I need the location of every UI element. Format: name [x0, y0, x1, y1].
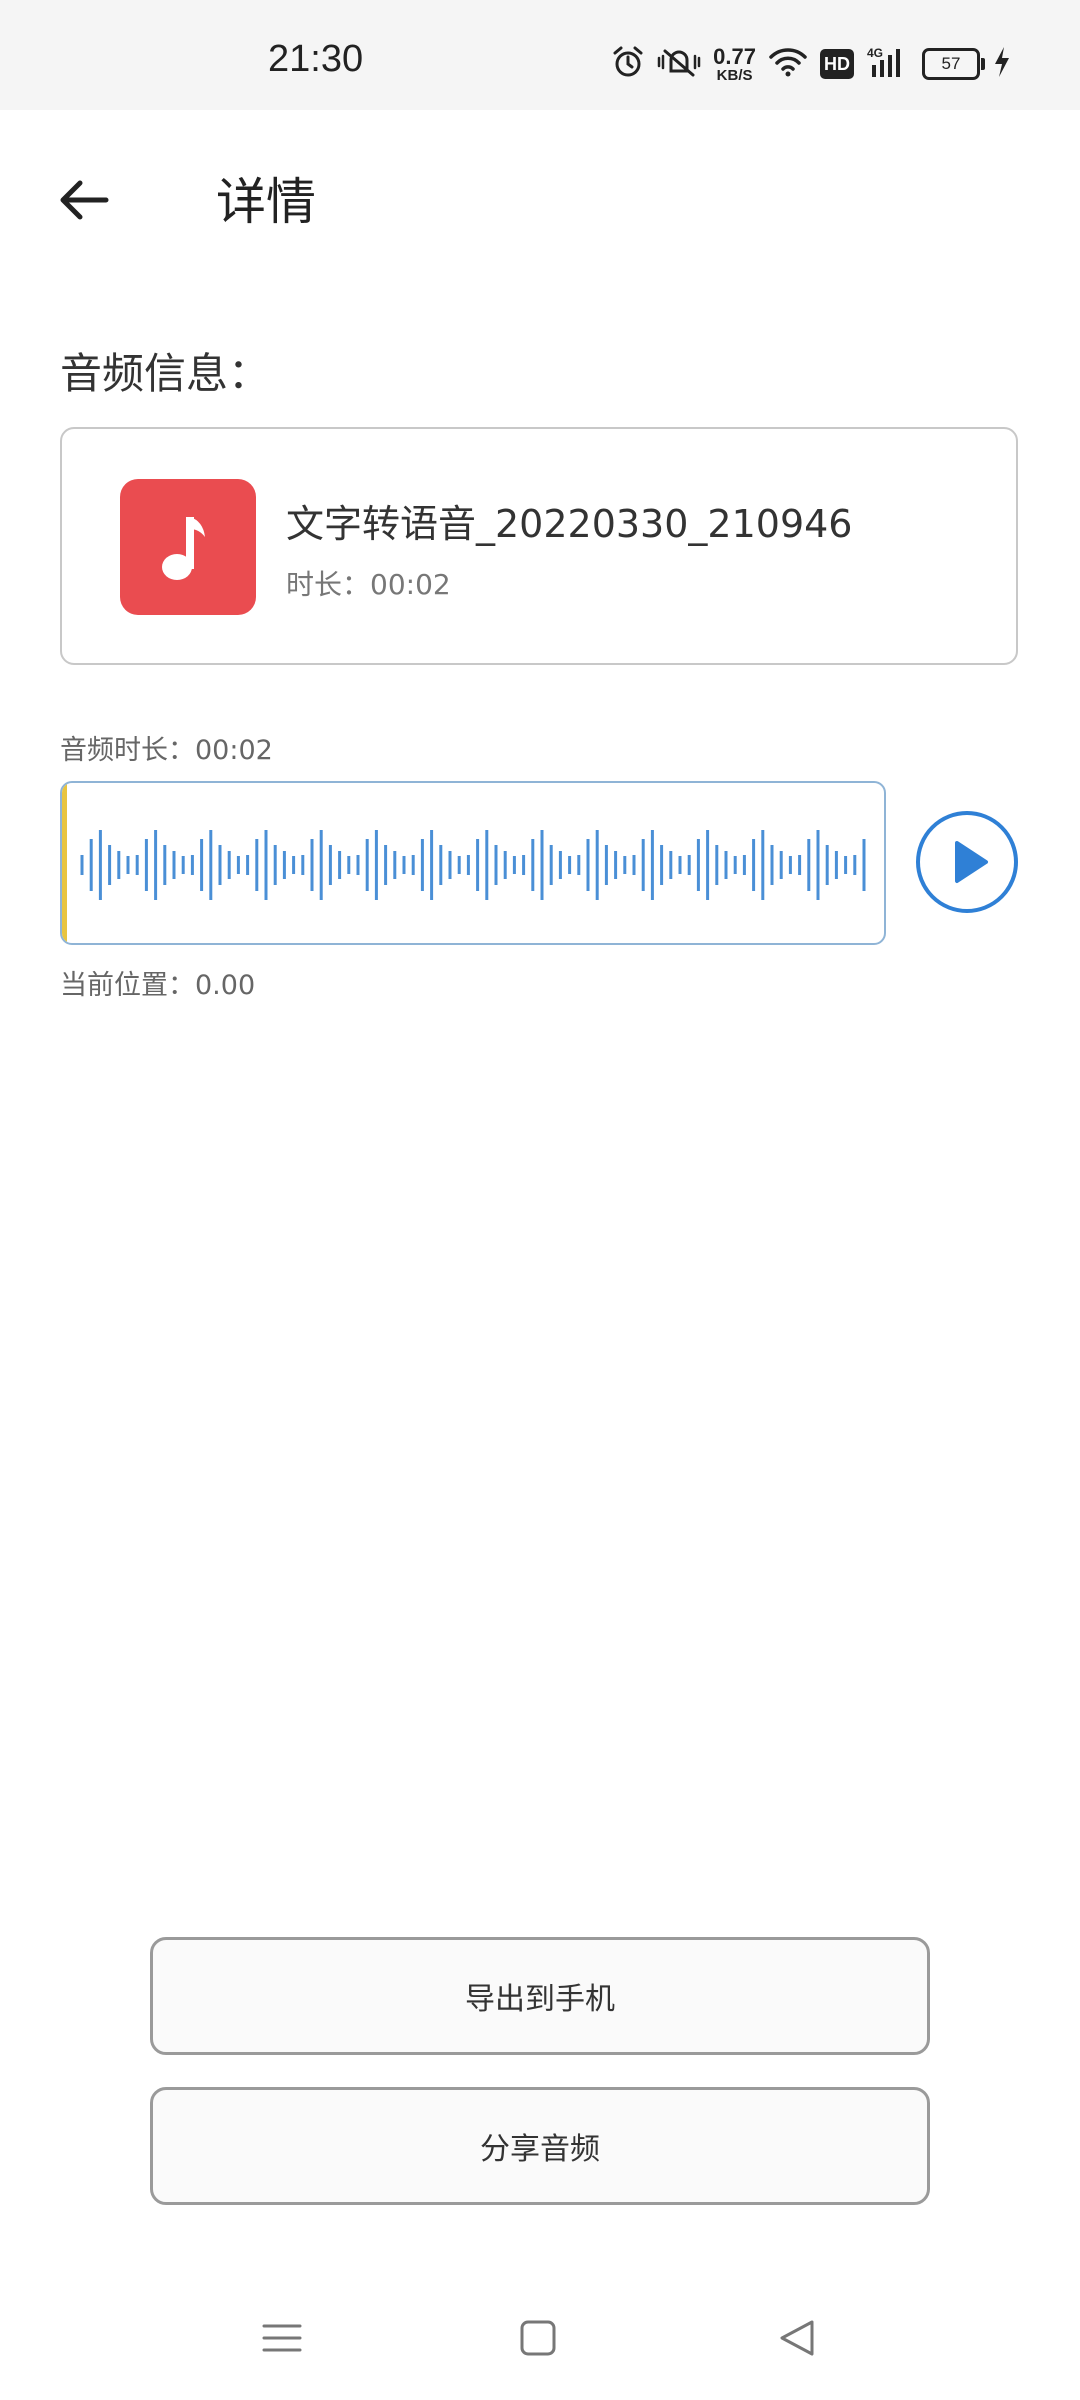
wifi-icon	[768, 45, 808, 83]
back-triangle-icon[interactable]	[768, 2308, 828, 2368]
duration-value: 00:02	[370, 568, 451, 601]
current-position-value: 0.00	[195, 970, 256, 1001]
status-time: 21:30	[268, 38, 364, 80]
mute-icon	[657, 45, 701, 83]
audio-file-name: 文字转语音_20220330_210946	[286, 502, 853, 546]
duration-label: 时长：	[286, 568, 371, 601]
hd-badge: HD	[820, 49, 854, 79]
audio-duration: 时长：00:02	[286, 563, 451, 603]
play-button[interactable]	[914, 809, 1020, 915]
page-title: 详情	[216, 173, 316, 231]
export-to-phone-button[interactable]: 导出到手机	[150, 1937, 930, 2055]
net-speed: 0.77 KB/S	[713, 43, 756, 84]
music-note-icon	[120, 479, 256, 615]
playhead[interactable]	[62, 783, 67, 943]
audio-duration-label: 音频时长：	[60, 735, 195, 766]
svg-text:4G: 4G	[867, 46, 883, 60]
status-icons: 0.77 KB/S HD 4G 57	[611, 44, 1012, 84]
battery-indicator: 57	[922, 48, 985, 80]
waveform[interactable]	[60, 781, 886, 945]
alarm-icon	[611, 45, 645, 83]
charging-icon	[992, 45, 1012, 83]
current-position-meta: 当前位置：0.00	[60, 963, 255, 1002]
audio-card[interactable]: 文字转语音_20220330_210946 时长：00:02	[60, 427, 1018, 665]
play-circle-icon	[916, 811, 1018, 913]
status-bar: 21:30 0.77 KB/S HD 4G 57	[0, 0, 1080, 110]
signal-icon: 4G	[866, 45, 910, 83]
back-button[interactable]	[52, 168, 116, 232]
share-audio-button[interactable]: 分享音频	[150, 2087, 930, 2205]
waveform-bars	[80, 830, 866, 900]
menu-icon[interactable]	[252, 2308, 312, 2368]
arrow-left-icon	[60, 180, 109, 220]
audio-duration-value: 00:02	[195, 735, 273, 766]
audio-duration-meta: 音频时长：00:02	[60, 728, 273, 767]
home-square-icon[interactable]	[508, 2308, 568, 2368]
net-speed-value: 0.77	[713, 43, 756, 69]
audio-info-title: 音频信息：	[60, 349, 271, 398]
header: 详情	[0, 110, 1080, 270]
current-position-label: 当前位置：	[60, 970, 195, 1001]
net-speed-unit: KB/S	[716, 66, 753, 84]
system-nav-bar	[0, 2280, 1080, 2400]
